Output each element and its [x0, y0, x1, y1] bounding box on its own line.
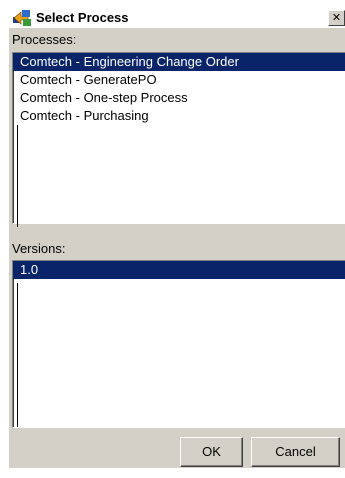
top-margin — [0, 0, 345, 8]
bottom-margin — [9, 468, 345, 478]
versions-label: Versions: — [12, 241, 66, 256]
dialog-title: Select Process — [36, 10, 129, 25]
process-item-0[interactable]: Comtech - Engineering Change Order — [13, 53, 345, 71]
processes-label: Processes: — [12, 32, 77, 47]
version-item-0[interactable]: 1.0 — [13, 261, 345, 279]
select-process-dialog: Select Process ✕ Processes: Comtech - En… — [0, 0, 345, 478]
process-item-label: Comtech - GeneratePO — [20, 72, 157, 87]
title-bar[interactable]: Select Process ✕ — [9, 8, 345, 28]
ok-button[interactable]: OK — [180, 437, 243, 467]
puzzle-arrow-icon — [12, 9, 32, 27]
process-item-1[interactable]: Comtech - GeneratePO — [13, 71, 345, 89]
text-caret — [17, 283, 18, 427]
process-item-label: Comtech - Engineering Change Order — [20, 54, 239, 69]
version-item-label: 1.0 — [20, 262, 39, 277]
processes-list[interactable]: Comtech - Engineering Change Order Comte… — [12, 52, 345, 227]
left-margin — [0, 0, 9, 478]
process-item-label: Comtech - One-step Process — [20, 90, 188, 105]
process-item-label: Comtech - Purchasing — [20, 108, 149, 123]
cancel-button[interactable]: Cancel — [251, 437, 340, 467]
versions-list[interactable]: 1.0 — [12, 260, 345, 428]
process-item-2[interactable]: Comtech - One-step Process — [13, 89, 345, 107]
process-item-3[interactable]: Comtech - Purchasing — [13, 107, 345, 125]
close-button[interactable]: ✕ — [328, 10, 345, 26]
text-caret — [17, 125, 18, 227]
close-icon: ✕ — [331, 11, 342, 24]
